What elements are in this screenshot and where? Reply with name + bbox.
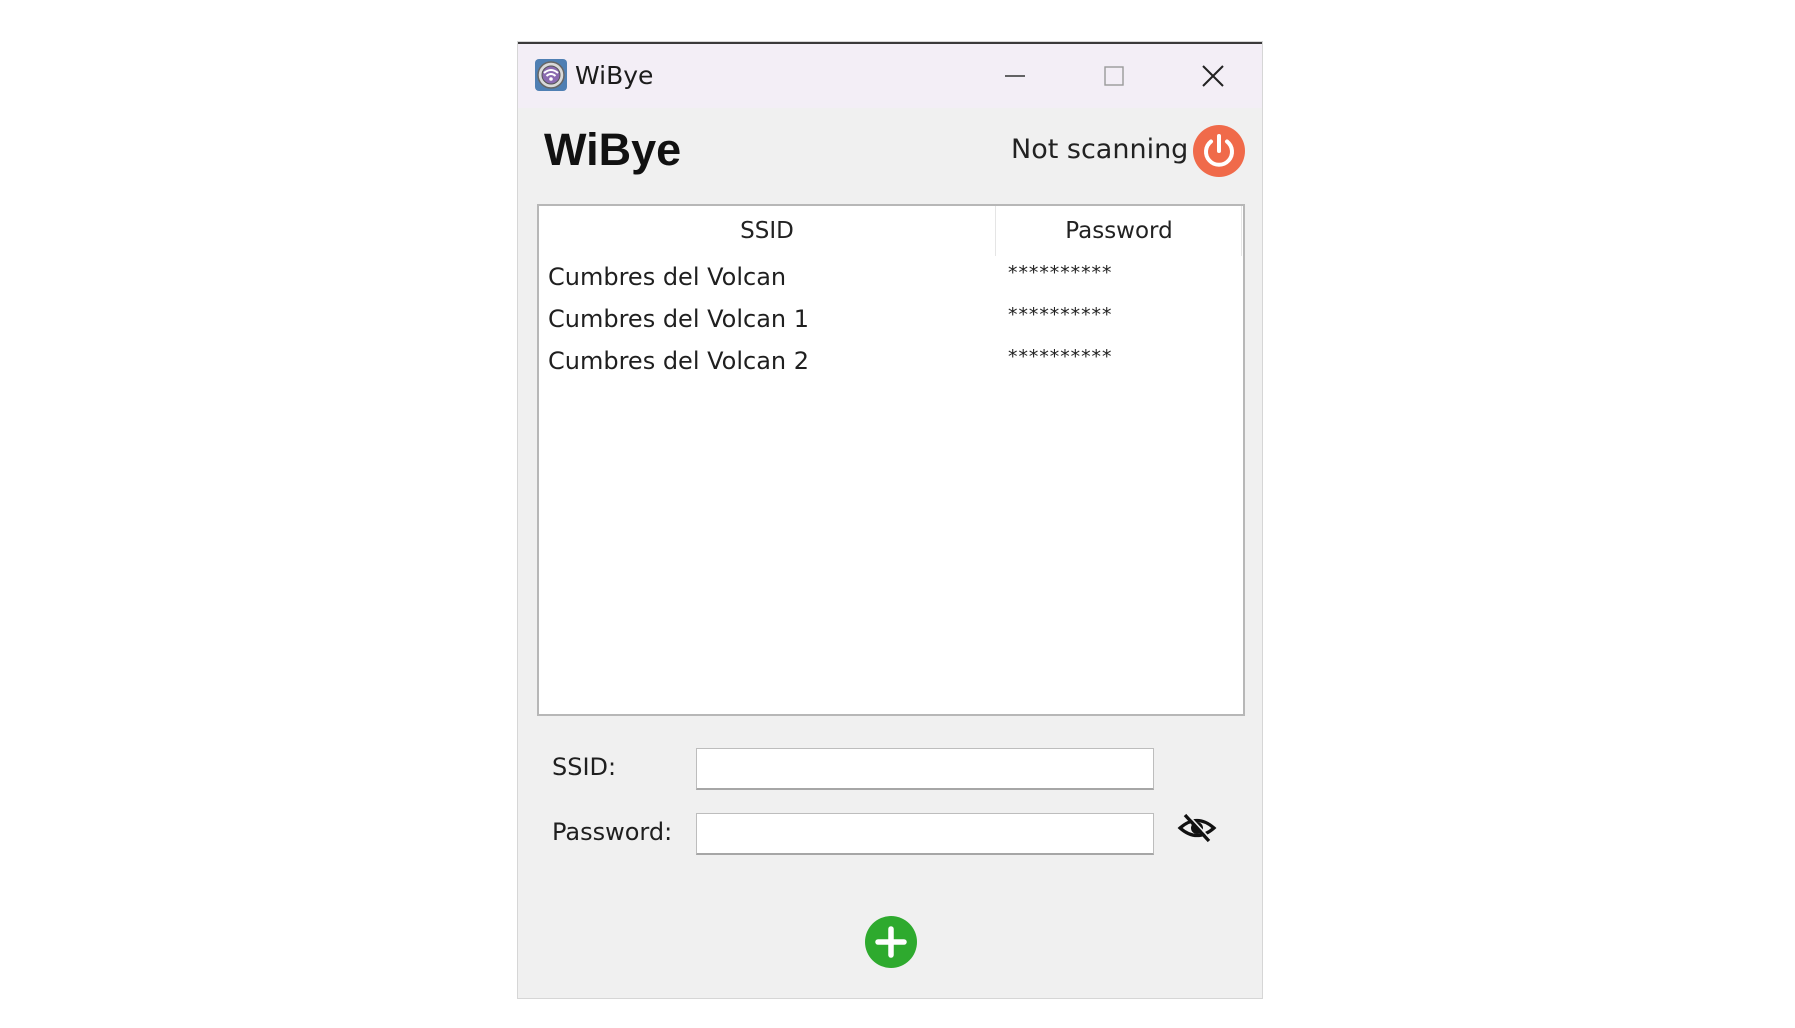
eye-slash-icon[interactable] [1177, 811, 1217, 845]
minimize-button[interactable] [965, 44, 1065, 108]
table-row[interactable]: Cumbres del Volcan 2 ********** [539, 340, 1243, 382]
maximize-button[interactable] [1064, 44, 1164, 108]
power-icon[interactable] [1192, 124, 1246, 178]
password-cell: ********** [1007, 346, 1112, 368]
ssid-cell: Cumbres del Volcan 2 [548, 347, 810, 375]
password-cell: ********** [1007, 304, 1112, 326]
window-title: WiBye [575, 61, 654, 90]
ssid-input[interactable] [696, 748, 1154, 790]
title-bar[interactable]: WiBye [518, 42, 1262, 108]
table-row[interactable]: Cumbres del Volcan 1 ********** [539, 298, 1243, 340]
network-list[interactable]: SSID Password Cumbres del Volcan *******… [537, 204, 1245, 716]
app-window: WiBye WiBye Not scanning SSID Password C… [518, 42, 1262, 998]
password-input[interactable] [696, 813, 1154, 855]
column-header-ssid[interactable]: SSID [539, 206, 996, 256]
ssid-label: SSID: [552, 753, 617, 781]
app-heading: WiBye [544, 124, 682, 175]
table-row[interactable]: Cumbres del Volcan ********** [539, 256, 1243, 298]
ssid-cell: Cumbres del Volcan [548, 263, 787, 291]
plus-circle-icon[interactable] [864, 915, 918, 969]
scan-status: Not scanning [1011, 134, 1189, 165]
wifi-shield-icon [535, 59, 567, 91]
list-header: SSID Password [539, 206, 1243, 256]
minimize-icon [1005, 75, 1025, 77]
close-icon [1202, 65, 1224, 87]
ssid-cell: Cumbres del Volcan 1 [548, 305, 810, 333]
column-header-password[interactable]: Password [997, 206, 1242, 256]
maximize-icon [1104, 66, 1124, 86]
password-label: Password: [552, 818, 673, 846]
close-button[interactable] [1163, 44, 1263, 108]
password-cell: ********** [1007, 262, 1112, 284]
